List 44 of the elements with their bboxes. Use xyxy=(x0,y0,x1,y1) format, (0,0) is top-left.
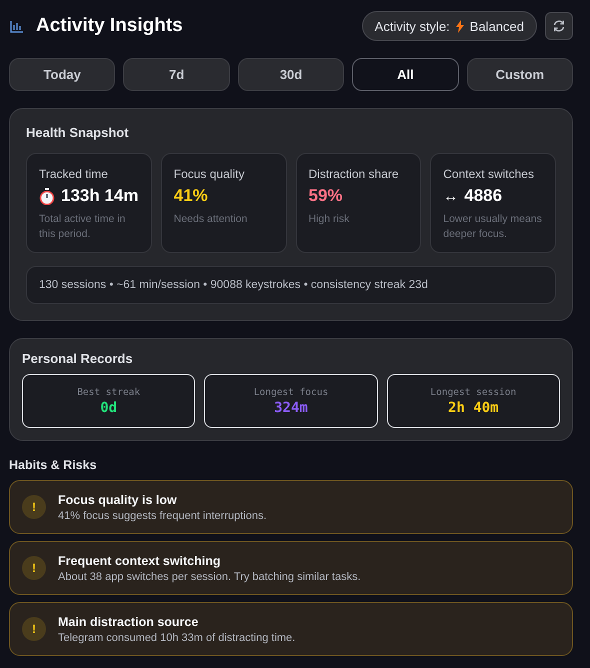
page-title: Activity Insights xyxy=(36,15,183,37)
warning-icon: ! xyxy=(22,495,46,519)
period-tab[interactable]: Custom xyxy=(466,58,574,91)
period-tab[interactable]: Today xyxy=(9,58,116,91)
refresh-button[interactable] xyxy=(545,12,573,40)
alert-text: About 38 app switches per session. Try batching similar tasks. xyxy=(58,570,361,582)
metric-value: 133h 14m xyxy=(61,186,138,206)
stopwatch-icon xyxy=(39,188,55,204)
metric-note: Needs attention xyxy=(174,212,248,227)
period-tab[interactable]: 7d xyxy=(123,58,230,91)
alert-title: Frequent context switching xyxy=(58,554,222,568)
period-tab[interactable]: All xyxy=(352,58,459,91)
record-label: Best streak xyxy=(77,386,140,398)
bar-chart-icon xyxy=(10,20,24,32)
section-title: Personal Records xyxy=(22,351,134,366)
alert-title: Focus quality is low xyxy=(58,492,178,506)
period-tab[interactable]: 30d xyxy=(238,58,344,91)
metric-label: Focus quality xyxy=(174,167,246,181)
record-label: Longest focus xyxy=(254,386,328,398)
arrows-symbol: ↔ xyxy=(443,188,458,204)
section-title: Habits & Risks xyxy=(9,458,98,472)
warning-icon: ! xyxy=(22,617,46,641)
metric-value: 59% xyxy=(308,186,343,206)
activity-style-button[interactable]: Activity style: Balanced xyxy=(362,11,537,41)
metric-note: Total active time in this period. xyxy=(39,212,126,242)
metric-label: Tracked time xyxy=(39,167,109,181)
alert-text: Telegram consumed 10h 33m of distracting time. xyxy=(58,632,296,644)
alert-title: Main distraction source xyxy=(58,614,200,628)
summary-line: 130 sessions • ~61 min/session • 90088 keystrokes • consistency streak 23d xyxy=(26,266,556,304)
metric-value: 4886 xyxy=(464,186,502,206)
lightning-icon xyxy=(456,20,464,32)
refresh-icon xyxy=(552,19,566,33)
record-value: 324m xyxy=(274,400,308,416)
metric-note: Lower usually means deeper focus. xyxy=(443,212,543,242)
record-value: 0d xyxy=(100,400,118,416)
metric-value: 41% xyxy=(174,186,208,206)
metric-note: High risk xyxy=(308,212,350,227)
warning-icon: ! xyxy=(22,556,46,580)
record-label: Longest session xyxy=(430,386,516,398)
section-title: Health Snapshot xyxy=(26,125,130,140)
record-value: 2h 40m xyxy=(448,400,499,416)
metric-label: Context switches xyxy=(443,167,535,181)
alert-text: 41% focus suggests frequent interruptions. xyxy=(58,510,267,522)
metric-label: Distraction share xyxy=(308,167,400,181)
